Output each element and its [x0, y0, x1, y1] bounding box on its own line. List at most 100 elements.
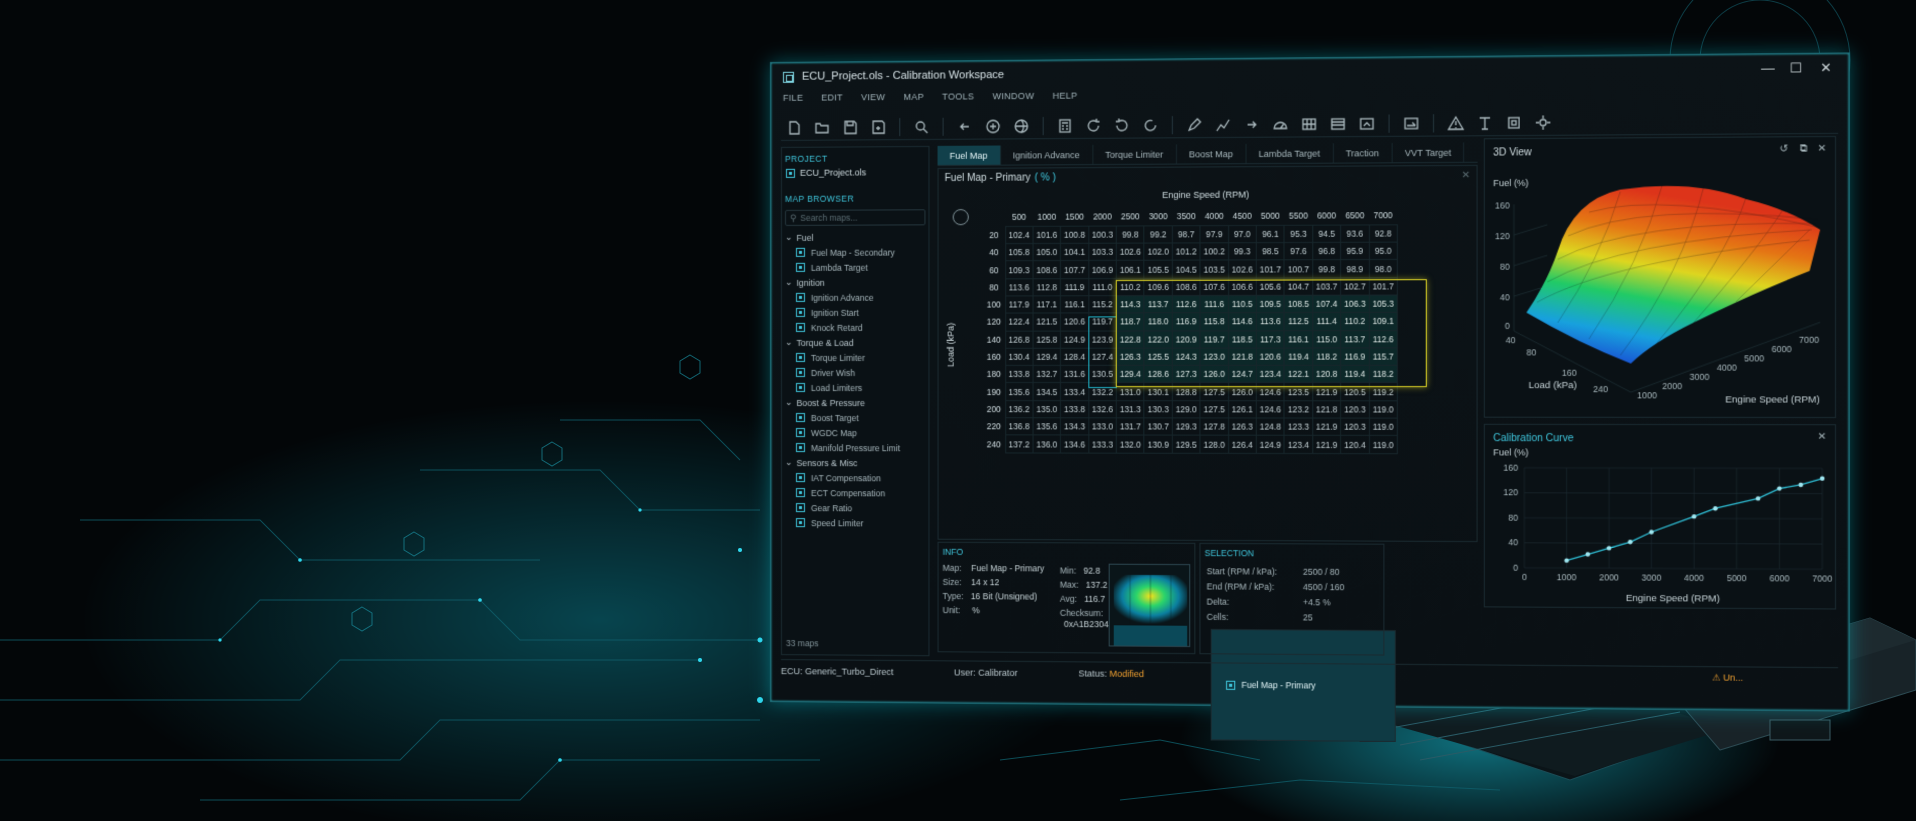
- grid-icon[interactable]: [1296, 112, 1323, 135]
- map-cell[interactable]: 134.3: [1060, 417, 1089, 436]
- tab-traction[interactable]: Traction: [1333, 142, 1393, 163]
- map-item[interactable]: ECT Compensation: [782, 485, 928, 500]
- menu-window[interactable]: WINDOW: [992, 91, 1034, 109]
- map-item[interactable]: Ignition Advance: [782, 290, 928, 305]
- map-cell[interactable]: 124.9: [1060, 330, 1089, 349]
- map-cell[interactable]: 133.8: [1005, 365, 1033, 383]
- map-cell[interactable]: 102.6: [1116, 243, 1145, 261]
- map-cell[interactable]: 129.5: [1172, 435, 1201, 453]
- map-item[interactable]: Gear Ratio: [782, 500, 928, 516]
- map-item[interactable]: Torque Limiter: [782, 350, 928, 365]
- add-icon[interactable]: [980, 115, 1006, 137]
- map-cell[interactable]: 116.1: [1060, 295, 1089, 314]
- map-item[interactable]: Boost Target: [782, 410, 928, 425]
- gauge-icon[interactable]: [1267, 113, 1294, 135]
- map-cell[interactable]: 99.2: [1144, 225, 1173, 244]
- map-cell[interactable]: 121.9: [1312, 435, 1341, 454]
- map-cell[interactable]: 103.3: [1088, 243, 1117, 261]
- menu-tools[interactable]: TOOLS: [942, 91, 974, 109]
- map-item[interactable]: IAT Compensation: [782, 470, 928, 485]
- map-cell[interactable]: 128.4: [1060, 348, 1089, 366]
- map-cell[interactable]: 135.6: [1005, 382, 1033, 401]
- map-item[interactable]: Speed Limiter: [782, 515, 928, 531]
- map-cell[interactable]: 132.7: [1032, 365, 1061, 383]
- map-cell[interactable]: 127.5: [1200, 400, 1229, 419]
- close-button[interactable]: ✕: [1820, 60, 1832, 77]
- map-cell[interactable]: 99.8: [1312, 259, 1341, 278]
- map-cell[interactable]: 97.9: [1200, 225, 1229, 243]
- tab-vvt-target[interactable]: VVT Target: [1392, 142, 1465, 163]
- map-cell[interactable]: 119.0: [1369, 435, 1398, 454]
- undo-icon[interactable]: [952, 115, 978, 137]
- map-cell[interactable]: 104.5: [1172, 260, 1201, 279]
- map-cell[interactable]: 103.5: [1200, 260, 1229, 278]
- map-cell[interactable]: 137.2: [1005, 435, 1033, 453]
- table-icon[interactable]: [1325, 112, 1352, 135]
- map-cell[interactable]: 131.7: [1116, 417, 1145, 436]
- map-cell[interactable]: 105.5: [1144, 260, 1173, 279]
- map-cell[interactable]: 131.3: [1116, 400, 1145, 418]
- map-cell[interactable]: 106.1: [1116, 260, 1145, 279]
- new-file-icon[interactable]: [781, 116, 807, 138]
- axis-lock-icon[interactable]: [952, 209, 969, 226]
- map-cell[interactable]: 101.7: [1256, 260, 1285, 278]
- map-cell[interactable]: 107.7: [1060, 260, 1089, 279]
- map-cell[interactable]: 109.3: [1005, 261, 1033, 279]
- menu-map[interactable]: MAP: [903, 92, 924, 110]
- map-cell[interactable]: 115.2: [1088, 295, 1117, 314]
- menu-file[interactable]: FILE: [783, 93, 803, 111]
- save-icon[interactable]: [837, 116, 863, 138]
- map-cell[interactable]: 119.0: [1369, 400, 1398, 419]
- search-input[interactable]: ⚲ Search maps...: [784, 209, 926, 226]
- map-cell[interactable]: 99.8: [1116, 225, 1145, 244]
- map-cell[interactable]: 136.8: [1005, 417, 1033, 436]
- map-cell[interactable]: 130.9: [1144, 435, 1173, 453]
- map-cell[interactable]: 129.0: [1172, 400, 1201, 418]
- map-cell[interactable]: 124.6: [1256, 400, 1285, 419]
- map-item[interactable]: Load Limiters: [782, 380, 928, 395]
- map-cell[interactable]: 125.8: [1032, 330, 1061, 349]
- map-cell[interactable]: 99.3: [1228, 242, 1257, 261]
- tree-group[interactable]: ⌄ Sensors & Misc: [782, 455, 928, 470]
- tab-ignition-advance[interactable]: Ignition Advance: [1000, 144, 1094, 165]
- menu-help[interactable]: HELP: [1052, 91, 1077, 109]
- map-cell[interactable]: 119.0: [1369, 418, 1398, 436]
- map-cell[interactable]: 112.8: [1032, 278, 1061, 296]
- map-cell[interactable]: 135.0: [1032, 400, 1061, 418]
- open-folder-icon[interactable]: [809, 116, 835, 138]
- map-cell[interactable]: 128.0: [1200, 435, 1229, 454]
- map-cell[interactable]: 105.8: [1005, 243, 1033, 262]
- arrow-icon[interactable]: [1398, 112, 1425, 135]
- map-cell[interactable]: 97.0: [1228, 225, 1257, 243]
- map-item[interactable]: Manifold Pressure Limit: [782, 440, 928, 455]
- map-cell[interactable]: 133.0: [1088, 417, 1117, 436]
- map-cell[interactable]: 105.0: [1032, 243, 1061, 262]
- map-cell[interactable]: 131.6: [1060, 365, 1089, 383]
- tab-boost-map[interactable]: Boost Map: [1176, 143, 1247, 164]
- map-cell[interactable]: 133.3: [1088, 435, 1117, 453]
- map-cell[interactable]: 98.5: [1256, 242, 1285, 261]
- map-cell[interactable]: 120.3: [1340, 400, 1370, 419]
- refresh-icon[interactable]: [1080, 114, 1106, 136]
- map-cell[interactable]: 92.8: [1369, 224, 1398, 243]
- map-cell[interactable]: 117.1: [1032, 295, 1061, 314]
- map-cell[interactable]: 97.6: [1284, 242, 1313, 261]
- export-icon[interactable]: [1353, 112, 1380, 135]
- pen-icon[interactable]: [1181, 113, 1208, 135]
- warning-icon[interactable]: [1442, 111, 1469, 134]
- map-item[interactable]: Lambda Target: [782, 259, 928, 274]
- map-cell[interactable]: 111.9: [1060, 278, 1089, 296]
- map-cell[interactable]: 121.5: [1032, 313, 1061, 331]
- map-cell[interactable]: 124.8: [1256, 418, 1285, 436]
- tab-fuel-map[interactable]: Fuel Map: [937, 145, 1001, 166]
- map-cell[interactable]: 102.6: [1228, 260, 1257, 278]
- maximize-button[interactable]: ☐: [1790, 60, 1802, 77]
- tree-group[interactable]: ⌄ Torque & Load: [782, 335, 928, 350]
- calculator-icon[interactable]: [1052, 114, 1078, 136]
- map-cell[interactable]: 126.3: [1228, 418, 1257, 436]
- text-icon[interactable]: [1471, 111, 1498, 134]
- map-cell[interactable]: 120.4: [1340, 435, 1370, 454]
- map-cell[interactable]: 100.7: [1284, 260, 1313, 278]
- menu-edit[interactable]: EDIT: [821, 92, 843, 110]
- map-cell[interactable]: 101.2: [1172, 242, 1201, 261]
